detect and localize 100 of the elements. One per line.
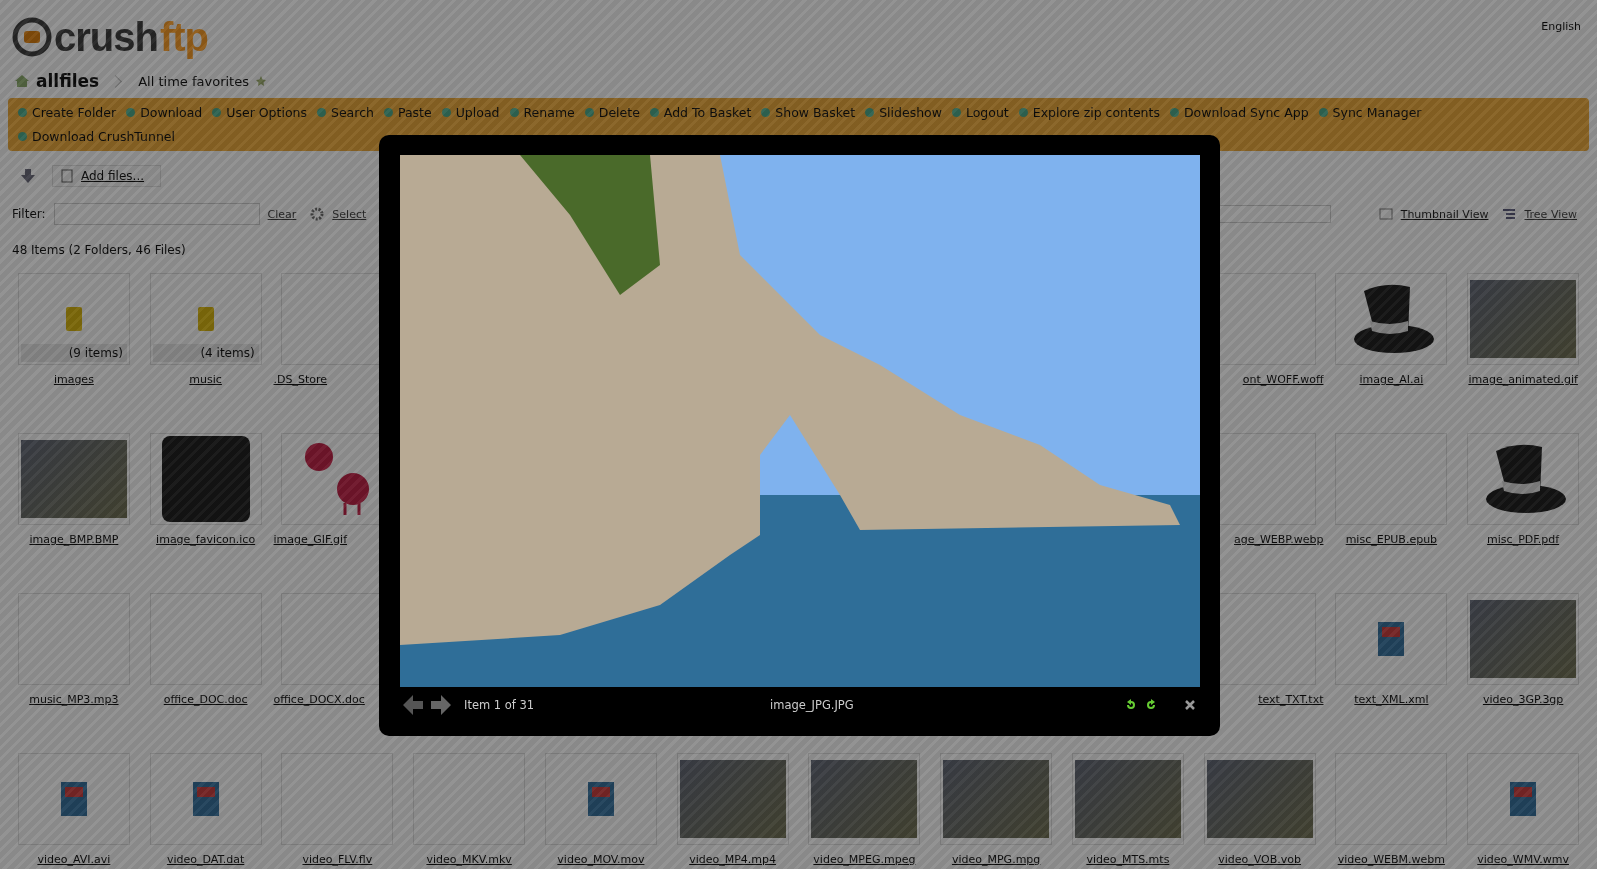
thumbnail[interactable] (1467, 753, 1580, 845)
dot-icon (951, 108, 961, 117)
logo-icon (12, 17, 52, 57)
file-name-link[interactable]: video_MTS.mts (1086, 853, 1170, 866)
file-name-link[interactable]: video_3GP.3gp (1482, 693, 1564, 706)
toolbar-button[interactable]: Download Sync App (1169, 102, 1315, 123)
toolbar-button[interactable]: Download (126, 102, 209, 123)
home-icon[interactable] (14, 74, 30, 88)
file-name-link[interactable]: video_MP4.mp4 (689, 853, 777, 866)
toolbar-button[interactable]: Explore zip contents (1018, 102, 1166, 123)
toolbar-button[interactable]: Rename (509, 102, 581, 123)
thumbnail[interactable] (1467, 273, 1580, 365)
thumbnail[interactable] (1467, 593, 1580, 685)
file-name-link[interactable]: video_DAT.dat (166, 853, 245, 866)
file-name-link[interactable]: image_AI.ai (1359, 373, 1424, 386)
toolbar-button[interactable]: User Options (212, 102, 313, 123)
file-name-link[interactable]: text_TXT.txt (1258, 693, 1324, 706)
tree-view-link[interactable]: Tree View (1524, 207, 1577, 221)
thumbnail[interactable]: (4 items) (149, 273, 262, 365)
thumbnail[interactable] (1071, 753, 1184, 845)
file-name-link[interactable]: video_MOV.mov (557, 853, 645, 866)
file-icon (586, 781, 615, 817)
thumbnail[interactable] (149, 433, 262, 525)
thumbnail[interactable] (281, 753, 394, 845)
folder-count: (9 items) (20, 344, 127, 362)
file-name-link[interactable]: .DS_Store (273, 373, 328, 386)
toolbar-button[interactable]: Download CrushTunnel (18, 126, 181, 147)
file-name-link[interactable]: office_DOCX.doc (273, 693, 365, 706)
file-name-link[interactable]: age_WEBP.webp (1234, 533, 1324, 546)
thumbnail[interactable] (1335, 593, 1448, 685)
next-arrow-icon[interactable] (430, 694, 452, 716)
thumbnail[interactable] (149, 593, 262, 685)
thumbnail[interactable] (808, 753, 921, 845)
dot-icon (1318, 108, 1328, 117)
toolbar-button[interactable]: Add To Basket (649, 102, 758, 123)
close-icon[interactable] (1184, 699, 1196, 711)
thumbnail[interactable] (413, 753, 526, 845)
thumbnail[interactable] (544, 753, 657, 845)
toolbar-button[interactable]: Upload (441, 102, 506, 123)
file-name-link[interactable]: image_favicon.ico (156, 533, 256, 546)
favorites-link[interactable]: All time favorites (138, 73, 249, 89)
file-name-link[interactable]: ont_WOFF.woff (1242, 373, 1324, 386)
file-name-link[interactable]: video_MKV.mkv (426, 853, 512, 866)
file-name-link[interactable]: music (189, 373, 222, 386)
toolbar-button[interactable]: Sync Manager (1318, 102, 1428, 123)
thumbnail[interactable] (1335, 433, 1448, 525)
toolbar-button[interactable]: Logout (951, 102, 1015, 123)
list-icon[interactable] (1502, 208, 1517, 220)
file-icon (59, 781, 88, 817)
add-files-button[interactable]: Add files... (52, 165, 162, 187)
filter-label: Filter: (12, 207, 46, 221)
toolbar-button[interactable]: Show Basket (761, 102, 862, 123)
file-name-link[interactable]: office_DOC.doc (163, 693, 248, 706)
file-name-link[interactable]: video_WEBM.webm (1337, 853, 1446, 866)
folder-title[interactable]: allfiles (36, 71, 100, 91)
toolbar-button[interactable]: Create Folder (18, 102, 123, 123)
rotate-left-icon[interactable] (1124, 698, 1138, 712)
toolbar-button[interactable]: Slideshow (865, 102, 948, 123)
download-arrow-icon[interactable] (20, 168, 36, 184)
file-name-link[interactable]: image_BMP.BMP (29, 533, 119, 546)
thumbnail[interactable] (1467, 433, 1580, 525)
thumbnail[interactable] (1203, 753, 1316, 845)
toolbar-button[interactable]: Paste (383, 102, 438, 123)
file-name-link[interactable]: images (53, 373, 94, 386)
previous-arrow-icon[interactable] (402, 694, 424, 716)
thumbnail-view-link[interactable]: Thumbnail View (1400, 207, 1489, 221)
filter-field[interactable] (53, 203, 260, 225)
file-name-link[interactable]: video_WMV.wmv (1477, 853, 1569, 866)
thumbnail[interactable] (676, 753, 789, 845)
file-name-link[interactable]: video_MPG.mpg (951, 853, 1041, 866)
clear-link[interactable]: Clear (267, 207, 297, 221)
file-name-link[interactable]: misc_PDF.pdf (1487, 533, 1560, 546)
thumbnail[interactable] (1335, 273, 1448, 365)
select-link[interactable]: Select (332, 207, 367, 221)
dot-icon (383, 108, 393, 117)
toolbar-button[interactable]: Delete (584, 102, 646, 123)
folder-count: (4 items) (152, 344, 259, 362)
gear-icon[interactable] (310, 207, 325, 221)
thumbnail[interactable] (940, 753, 1053, 845)
thumbnail[interactable] (17, 753, 130, 845)
thumbnail[interactable] (17, 433, 130, 525)
file-name-link[interactable]: image_animated.gif (1468, 373, 1578, 386)
file-name-link[interactable]: music_MP3.mp3 (29, 693, 119, 706)
rotate-right-icon[interactable] (1144, 698, 1158, 712)
file-name-link[interactable]: misc_EPUB.epub (1345, 533, 1438, 546)
language-link[interactable]: English (1541, 12, 1581, 62)
file-name-link[interactable]: image_GIF.gif (273, 533, 347, 546)
thumbnail[interactable] (17, 593, 130, 685)
thumbnail[interactable]: (9 items) (17, 273, 130, 365)
file-name-link[interactable]: video_MPEG.mpeg (813, 853, 916, 866)
file-name-link[interactable]: text_XML.xml (1354, 693, 1429, 706)
thumbnail[interactable] (149, 753, 262, 845)
file-name-link[interactable]: video_AVI.avi (37, 853, 111, 866)
star-icon[interactable] (255, 75, 267, 87)
toolbar-button[interactable]: Search (317, 102, 380, 123)
file-name-link[interactable]: video_VOB.vob (1218, 853, 1302, 866)
logo-text-crush: crush (54, 14, 158, 60)
thumbnail[interactable] (1335, 753, 1448, 845)
file-name-link[interactable]: video_FLV.flv (302, 853, 373, 866)
dot-icon (584, 108, 594, 117)
